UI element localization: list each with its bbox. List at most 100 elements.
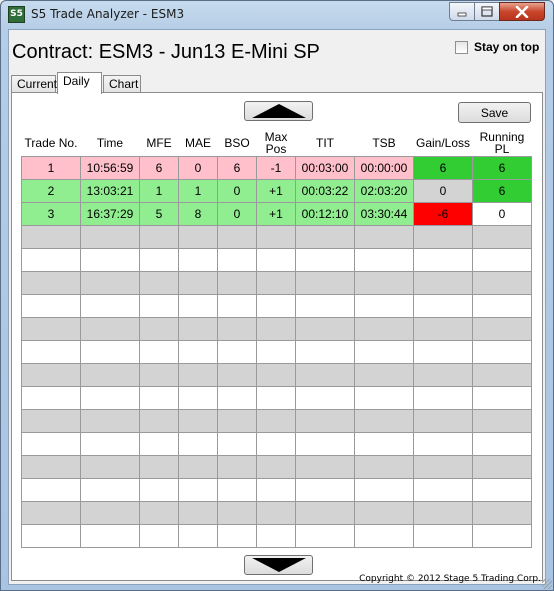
running-pl-cell: 6 bbox=[472, 155, 532, 180]
table-cell bbox=[413, 477, 473, 502]
empty-table-row[interactable] bbox=[21, 270, 532, 295]
empty-table-row[interactable] bbox=[21, 385, 532, 410]
empty-table-row[interactable] bbox=[21, 316, 532, 341]
scroll-down-button[interactable] bbox=[244, 555, 313, 575]
table-cell bbox=[217, 408, 257, 433]
column-header[interactable]: MAE bbox=[178, 130, 218, 156]
running-pl-cell: 0 bbox=[472, 201, 532, 226]
table-cell bbox=[472, 454, 532, 479]
tab-daily[interactable]: Daily bbox=[57, 72, 102, 94]
empty-table-row[interactable] bbox=[21, 293, 532, 318]
table-cell bbox=[139, 431, 179, 456]
column-header[interactable]: BSO bbox=[217, 130, 257, 156]
empty-table-row[interactable] bbox=[21, 523, 532, 548]
stay-on-top-checkbox[interactable] bbox=[455, 40, 468, 54]
table-cell: 0 bbox=[217, 201, 257, 226]
minimize-button[interactable] bbox=[449, 2, 475, 21]
table-cell bbox=[139, 523, 179, 548]
table-cell bbox=[472, 500, 532, 525]
empty-table-row[interactable] bbox=[21, 362, 532, 387]
table-cell: 1 bbox=[139, 178, 179, 203]
tab-chart[interactable]: Chart bbox=[103, 75, 141, 93]
table-cell bbox=[354, 408, 414, 433]
scroll-up-button[interactable] bbox=[244, 101, 313, 121]
close-icon bbox=[515, 5, 529, 18]
empty-table-row[interactable] bbox=[21, 431, 532, 456]
table-cell bbox=[80, 454, 140, 479]
table-row[interactable]: 1 10:56:59 6 0 6 -1 00:03:00 00:00:00 6 … bbox=[21, 155, 532, 180]
gain-loss-cell: -6 bbox=[413, 201, 473, 226]
empty-table-row[interactable] bbox=[21, 408, 532, 433]
triangle-down-icon bbox=[251, 558, 306, 572]
column-header[interactable]: Running PL bbox=[472, 130, 532, 156]
table-cell bbox=[256, 293, 296, 318]
table-cell bbox=[256, 270, 296, 295]
table-cell bbox=[80, 339, 140, 364]
column-header[interactable]: Trade No. bbox=[21, 130, 81, 156]
column-header[interactable]: TIT bbox=[295, 130, 355, 156]
table-cell bbox=[80, 247, 140, 272]
resize-grip-icon[interactable] bbox=[542, 579, 552, 589]
table-cell bbox=[139, 500, 179, 525]
gain-loss-cell: 6 bbox=[413, 155, 473, 180]
table-cell bbox=[295, 339, 355, 364]
table-cell bbox=[139, 477, 179, 502]
empty-table-row[interactable] bbox=[21, 339, 532, 364]
running-pl-cell: 6 bbox=[472, 178, 532, 203]
table-cell bbox=[178, 316, 218, 341]
daily-panel: Save Trade No. Time MFE MAE BSO Max Pos … bbox=[11, 92, 543, 581]
empty-table-row[interactable] bbox=[21, 500, 532, 525]
tab-current[interactable]: Current bbox=[11, 75, 57, 93]
stay-on-top-toggle[interactable]: Stay on top bbox=[455, 40, 539, 54]
table-cell bbox=[256, 431, 296, 456]
maximize-button[interactable] bbox=[474, 2, 500, 21]
save-button[interactable]: Save bbox=[458, 102, 531, 123]
table-cell bbox=[178, 362, 218, 387]
empty-table-row[interactable] bbox=[21, 477, 532, 502]
empty-table-row[interactable] bbox=[21, 454, 532, 479]
column-header[interactable]: MFE bbox=[139, 130, 179, 156]
table-cell bbox=[21, 523, 81, 548]
table-cell bbox=[472, 408, 532, 433]
table-cell bbox=[472, 293, 532, 318]
table-cell: 3 bbox=[21, 201, 81, 226]
maximize-icon bbox=[481, 6, 493, 17]
table-cell: 00:03:00 bbox=[295, 155, 355, 180]
empty-table-row[interactable] bbox=[21, 247, 532, 272]
table-cell bbox=[472, 523, 532, 548]
table-cell: 6 bbox=[217, 155, 257, 180]
table-cell bbox=[354, 454, 414, 479]
column-header[interactable]: Gain/Loss bbox=[413, 130, 473, 156]
table-cell bbox=[295, 477, 355, 502]
close-button[interactable] bbox=[499, 2, 545, 21]
table-cell bbox=[217, 454, 257, 479]
column-header[interactable]: Max Pos bbox=[256, 130, 296, 156]
table-cell bbox=[178, 339, 218, 364]
table-cell bbox=[178, 385, 218, 410]
empty-table-row[interactable] bbox=[21, 224, 532, 249]
table-row[interactable]: 3 16:37:29 5 8 0 +1 00:12:10 03:30:44 -6… bbox=[21, 201, 532, 226]
table-cell bbox=[217, 385, 257, 410]
contract-title: Contract: ESM3 - Jun13 E-Mini SP bbox=[12, 41, 320, 63]
table-cell bbox=[413, 408, 473, 433]
title-bar[interactable]: S5 S5 Trade Analyzer - ESM3 bbox=[1, 1, 553, 29]
client-area: Contract: ESM3 - Jun13 E-Mini SP Stay on… bbox=[8, 29, 546, 585]
column-header[interactable]: Time bbox=[80, 130, 140, 156]
table-row[interactable]: 2 13:03:21 1 1 0 +1 00:03:22 02:03:20 0 … bbox=[21, 178, 532, 203]
table-cell bbox=[139, 316, 179, 341]
table-cell: 5 bbox=[139, 201, 179, 226]
table-cell bbox=[139, 362, 179, 387]
minimize-icon bbox=[457, 12, 467, 16]
table-cell bbox=[354, 293, 414, 318]
table-cell bbox=[295, 500, 355, 525]
table-cell bbox=[80, 431, 140, 456]
column-header[interactable]: TSB bbox=[354, 130, 414, 156]
table-cell bbox=[295, 408, 355, 433]
table-cell bbox=[295, 293, 355, 318]
table-cell bbox=[178, 247, 218, 272]
table-cell bbox=[139, 339, 179, 364]
table-cell bbox=[21, 270, 81, 295]
table-cell: -1 bbox=[256, 155, 296, 180]
table-cell bbox=[256, 362, 296, 387]
table-cell bbox=[178, 454, 218, 479]
